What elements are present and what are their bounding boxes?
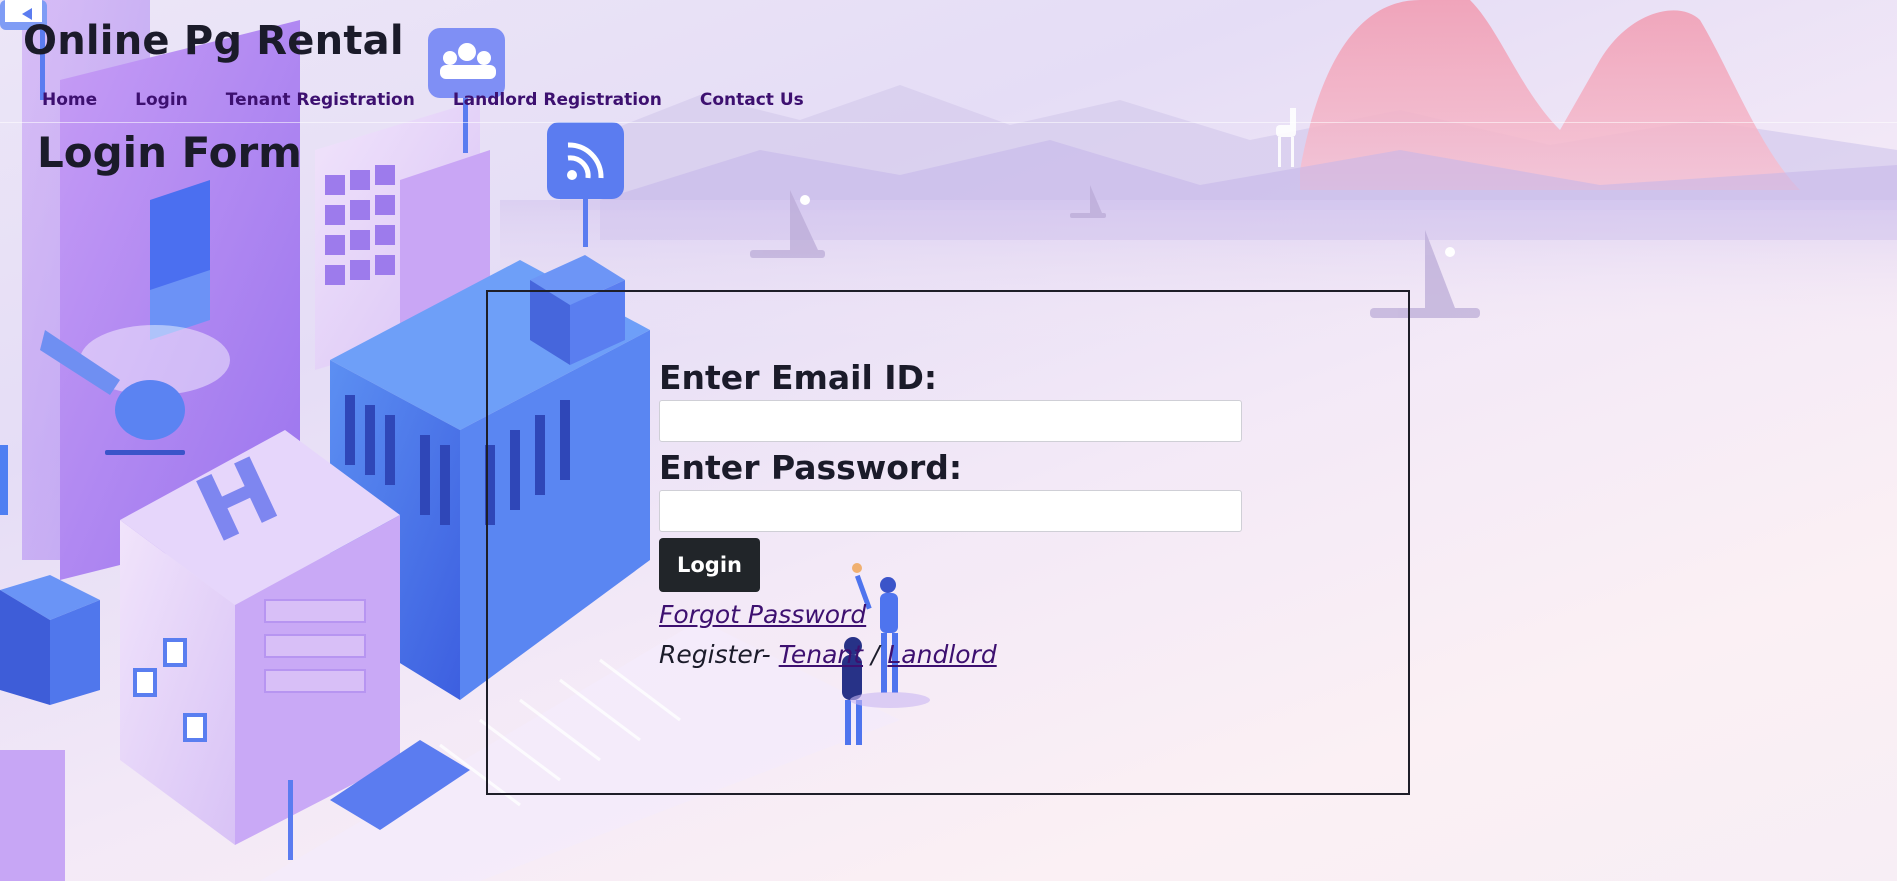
nav-contact-us[interactable]: Contact Us [700,90,804,110]
register-separator: / [863,640,888,669]
login-button[interactable]: Login [659,538,760,592]
email-input[interactable] [659,400,1242,442]
email-label: Enter Email ID: [659,358,938,397]
nav-tenant-registration[interactable]: Tenant Registration [226,90,415,110]
site-title: Online Pg Rental [23,18,404,64]
register-prefix: Register- [659,640,779,669]
nav-landlord-registration[interactable]: Landlord Registration [453,90,662,110]
register-tenant-link[interactable]: Tenant [779,640,863,669]
password-label: Enter Password: [659,448,963,487]
login-form: Enter Email ID: Enter Password: Login Fo… [486,290,1410,795]
register-line: Register- Tenant / Landlord [659,638,1249,672]
forgot-password-link[interactable]: Forgot Password [659,598,1249,632]
password-input[interactable] [659,490,1242,532]
nav-divider [0,122,1897,123]
login-form-fields: Enter Email ID: Enter Password: Login Fo… [659,358,1249,672]
nav-home[interactable]: Home [42,90,97,110]
main-nav: Home Login Tenant Registration Landlord … [42,90,842,110]
nav-login[interactable]: Login [135,90,188,110]
page-title: Login Form [37,128,302,177]
form-links: Forgot Password Register- Tenant / Landl… [659,598,1249,672]
register-landlord-link[interactable]: Landlord [887,640,996,669]
